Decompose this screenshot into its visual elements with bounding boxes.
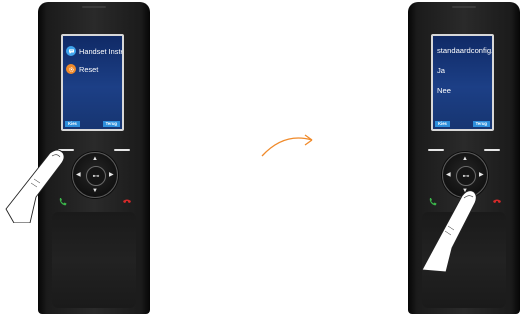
screen-display: standaardconfig. Ja Nee Kies Terug xyxy=(433,36,492,129)
call-key-icon[interactable] xyxy=(428,193,438,206)
nav-left-icon[interactable]: ◀ xyxy=(446,172,451,178)
left-soft-button[interactable] xyxy=(428,149,444,151)
keypad-area xyxy=(52,212,136,308)
nav-up-icon[interactable]: ▲ xyxy=(92,156,98,162)
handset-right: standaardconfig. Ja Nee Kies Terug ▲ ▼ ◀… xyxy=(408,0,520,314)
nav-left-icon[interactable]: ◀ xyxy=(76,172,81,178)
softkey-terug[interactable]: Terug xyxy=(102,121,120,127)
option-nee[interactable]: Nee xyxy=(437,86,451,95)
nav-center-key-icon[interactable]: ⊷ xyxy=(456,166,476,186)
menu-item-label: Reset xyxy=(79,64,99,74)
handset-left: Handset Instell. Reset Kies Terug ▲ ▼ ◀ … xyxy=(38,0,150,314)
nav-right-icon[interactable]: ▶ xyxy=(109,172,114,178)
right-soft-button[interactable] xyxy=(114,149,130,151)
screen-display: Handset Instell. Reset Kies Terug xyxy=(63,36,122,129)
navigation-ring[interactable]: ▲ ▼ ◀ ▶ ⊷ xyxy=(442,152,488,198)
right-soft-button[interactable] xyxy=(484,149,500,151)
call-key-icon[interactable] xyxy=(58,193,68,206)
handset-screen: standaardconfig. Ja Nee Kies Terug xyxy=(431,34,494,131)
chat-bubble-icon xyxy=(66,46,76,56)
nav-down-icon[interactable]: ▼ xyxy=(462,188,468,194)
menu-item-label: Handset Instell. xyxy=(79,46,122,56)
nav-right-icon[interactable]: ▶ xyxy=(479,172,484,178)
nav-up-icon[interactable]: ▲ xyxy=(462,156,468,162)
nav-center-key-icon[interactable]: ⊷ xyxy=(86,166,106,186)
gear-icon xyxy=(66,64,76,74)
softkey-kies[interactable]: Kies xyxy=(65,121,80,127)
keypad-area xyxy=(422,212,506,308)
screen-title: standaardconfig. xyxy=(437,46,492,55)
navigation-ring[interactable]: ▲ ▼ ◀ ▶ ⊷ xyxy=(72,152,118,198)
handset-screen: Handset Instell. Reset Kies Terug xyxy=(61,34,124,131)
menu-item-reset[interactable]: Reset xyxy=(66,64,98,74)
nav-down-icon[interactable]: ▼ xyxy=(92,188,98,194)
menu-item-handset-settings[interactable]: Handset Instell. xyxy=(66,46,122,56)
softkey-kies[interactable]: Kies xyxy=(435,121,450,127)
transition-arrow-icon xyxy=(261,134,313,157)
option-ja[interactable]: Ja xyxy=(437,66,445,75)
softkey-terug[interactable]: Terug xyxy=(472,121,490,127)
left-soft-button[interactable] xyxy=(58,149,74,151)
earpiece xyxy=(82,6,106,8)
earpiece xyxy=(452,6,476,8)
end-call-key-icon[interactable] xyxy=(122,193,132,203)
end-call-key-icon[interactable] xyxy=(492,193,502,203)
